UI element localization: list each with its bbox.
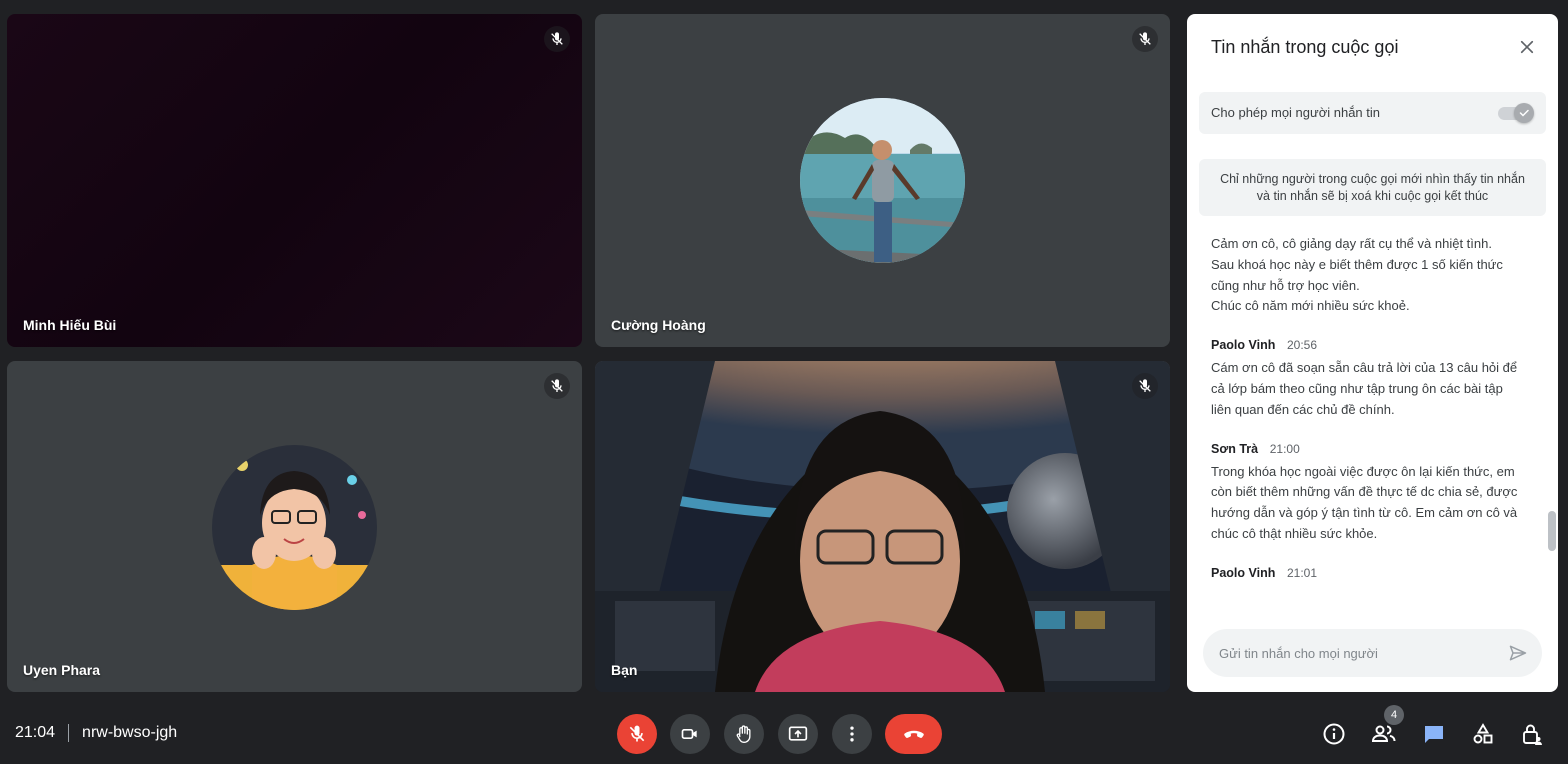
chat-icon xyxy=(1425,726,1443,743)
message-text: Chúc cô năm mới nhiều sức khoẻ. xyxy=(1211,298,1410,314)
activities-icon xyxy=(1473,723,1493,744)
avatar xyxy=(800,98,965,263)
message-text: cũng như hỗ trợ học viên. xyxy=(1211,277,1360,293)
allow-messages-label: Cho phép mọi người nhắn tin xyxy=(1211,105,1380,120)
message-list: Cảm ơn cô, cô giảng dạy rất cụ thể và nh… xyxy=(1211,234,1531,624)
more-options-button[interactable] xyxy=(832,714,872,754)
host-controls-button[interactable] xyxy=(1516,718,1548,750)
mic-off-icon xyxy=(544,373,570,399)
message-text: cả lớp bám theo cũng như tập trung ôn cá… xyxy=(1211,380,1503,396)
close-button[interactable] xyxy=(1514,34,1540,60)
message-text: Sau khoá học này e biết thêm được 1 số k… xyxy=(1211,256,1503,272)
mic-off-icon xyxy=(1132,373,1158,399)
check-icon xyxy=(1519,109,1529,117)
chat-message: Cảm ơn cô, cô giảng dạy rất cụ thể và nh… xyxy=(1211,234,1531,317)
chat-button[interactable] xyxy=(1418,718,1450,750)
avatar xyxy=(212,445,377,610)
meeting-stage: Minh Hiếu Bùi Cường Hoàng Uyen Phara Bạn… xyxy=(0,0,1568,764)
chat-notice-line: và tin nhắn sẽ bị xoá khi cuộc gọi kết t… xyxy=(1256,189,1489,203)
message-text: Cám ơn cô đã soạn sẵn câu trả lời của 13… xyxy=(1211,360,1518,376)
message-composer xyxy=(1203,629,1542,677)
self-view-tile[interactable]: Bạn xyxy=(595,361,1170,692)
people-icon xyxy=(1371,725,1396,742)
message-sender: Paolo Vinh xyxy=(1211,338,1276,353)
raise-hand-button[interactable] xyxy=(724,714,764,754)
message-text: Cảm ơn cô, cô giảng dạy rất cụ thể và nh… xyxy=(1211,236,1492,251)
chat-panel: Tin nhắn trong cuộc gọi Cho phép mọi ngư… xyxy=(1187,14,1558,692)
close-icon xyxy=(1520,40,1534,54)
allow-messages-toggle[interactable] xyxy=(1496,103,1534,123)
message-text: chúc cô thật nhiều sức khỏe. xyxy=(1211,525,1378,541)
chat-message: Paolo Vinh 21:01 xyxy=(1211,565,1531,580)
meeting-details: 21:04 nrw-bwso-jgh xyxy=(15,724,177,742)
mic-off-icon xyxy=(1132,26,1158,52)
message-time: 21:00 xyxy=(1269,441,1300,456)
message-sender: Paolo Vinh xyxy=(1211,565,1276,580)
participant-name: Bạn xyxy=(611,662,638,678)
present-screen-button[interactable] xyxy=(778,714,818,754)
chat-scrollbar[interactable] xyxy=(1548,511,1556,551)
mic-off-icon xyxy=(544,26,570,52)
chat-notice-line: Chỉ những người trong cuộc gọi mới nhìn … xyxy=(1220,172,1525,186)
lock-person-icon xyxy=(1523,724,1542,745)
allow-messages-row: Cho phép mọi người nhắn tin xyxy=(1199,92,1546,134)
message-text: Trong khóa học ngoài việc được ôn lại ki… xyxy=(1211,463,1515,479)
message-time: 21:01 xyxy=(1287,565,1318,580)
chat-message: Paolo Vinh 20:56 Cám ơn cô đã soạn sẵn c… xyxy=(1211,337,1531,420)
divider xyxy=(68,724,70,742)
chat-notice: Chỉ những người trong cuộc gọi mới nhìn … xyxy=(1199,159,1546,216)
call-end-icon xyxy=(903,730,924,738)
message-text: liên quan đến các chủ đề chính. xyxy=(1211,401,1395,417)
more-vert-icon xyxy=(850,726,854,742)
leave-call-button[interactable] xyxy=(885,714,942,754)
panel-title: Tin nhắn trong cuộc gọi xyxy=(1211,37,1399,57)
participant-tile[interactable]: Cường Hoàng xyxy=(595,14,1170,347)
participant-tile[interactable]: Uyen Phara xyxy=(7,361,582,692)
self-video xyxy=(595,361,1170,692)
send-button[interactable] xyxy=(1506,641,1530,665)
camera-toggle-button[interactable] xyxy=(670,714,710,754)
meeting-details-button[interactable] xyxy=(1318,718,1350,750)
camera-icon xyxy=(681,729,697,739)
meeting-code: nrw-bwso-jgh xyxy=(82,724,178,741)
info-icon xyxy=(1323,723,1345,745)
people-count-badge: 4 xyxy=(1384,705,1404,725)
participant-name: Uyen Phara xyxy=(23,662,101,678)
message-text: còn biết thêm những vấn đề thực tế dc ch… xyxy=(1211,484,1518,500)
participant-name: Cường Hoàng xyxy=(611,317,706,333)
message-input[interactable] xyxy=(1219,643,1489,663)
message-sender: Sơn Trà xyxy=(1211,441,1259,456)
meeting-time: 21:04 xyxy=(15,724,56,741)
present-screen-icon xyxy=(788,726,808,741)
activities-button[interactable] xyxy=(1467,718,1499,750)
hand-icon xyxy=(736,725,751,744)
send-icon xyxy=(1509,645,1527,661)
mic-off-icon xyxy=(629,725,645,742)
message-time: 20:56 xyxy=(1287,338,1318,353)
chat-message: Sơn Trà 21:00 Trong khóa học ngoài việc … xyxy=(1211,441,1531,545)
participant-name: Minh Hiếu Bùi xyxy=(23,317,117,333)
message-text: hướng dẫn và góp ý tận tình từ cô. Em cả… xyxy=(1211,505,1518,521)
participant-tile[interactable]: Minh Hiếu Bùi xyxy=(7,14,582,347)
mic-toggle-button[interactable] xyxy=(617,714,657,754)
